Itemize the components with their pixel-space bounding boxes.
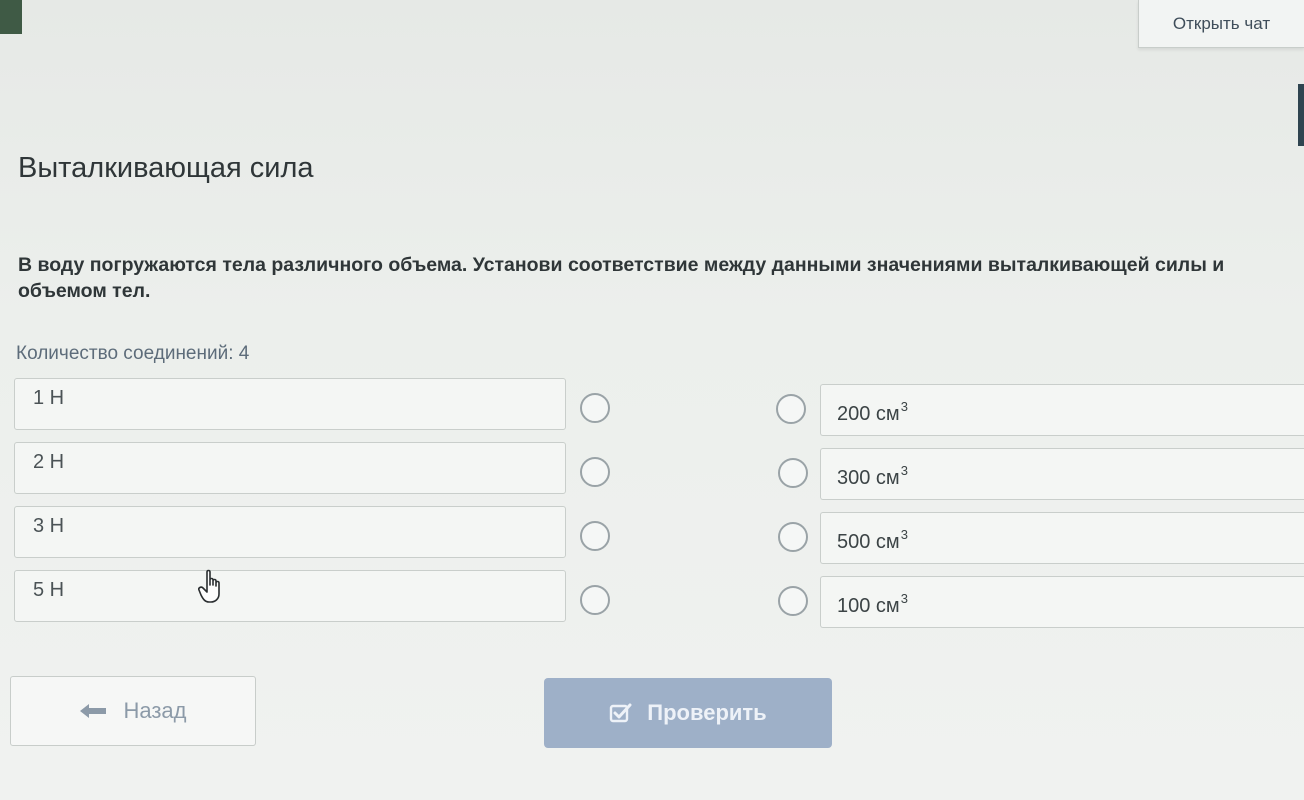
back-button[interactable]: Назад bbox=[10, 676, 256, 746]
right-item-label: 200 см3 bbox=[837, 399, 908, 425]
right-item-4[interactable]: 100 см3 bbox=[820, 576, 1304, 628]
left-connector-3[interactable] bbox=[580, 521, 610, 551]
open-chat-button[interactable]: Открыть чат bbox=[1138, 0, 1304, 48]
left-connector-2[interactable] bbox=[580, 457, 610, 487]
connections-counter: Количество соединений: 4 bbox=[16, 343, 250, 364]
checkbox-check-icon bbox=[609, 702, 633, 724]
check-button[interactable]: Проверить bbox=[544, 678, 832, 748]
right-connector-1[interactable] bbox=[776, 394, 806, 424]
arrow-left-icon bbox=[79, 703, 107, 719]
hand-pointer-icon bbox=[198, 568, 228, 606]
check-label: Проверить bbox=[647, 700, 767, 725]
corner-decoration bbox=[0, 0, 22, 34]
right-item-3[interactable]: 500 см3 bbox=[820, 512, 1304, 564]
open-chat-label: Открыть чат bbox=[1172, 13, 1271, 33]
question-text: В воду погружаются тела различного объем… bbox=[18, 254, 1225, 302]
left-item-label: 1 Н bbox=[33, 387, 65, 409]
back-label: Назад bbox=[123, 698, 187, 723]
page-title: Выталкивающая сила bbox=[18, 152, 314, 184]
left-item-label: 2 Н bbox=[33, 451, 65, 473]
left-item-label: 5 Н bbox=[33, 579, 65, 601]
left-connector-1[interactable] bbox=[580, 393, 610, 423]
left-item-label: 3 Н bbox=[33, 515, 65, 537]
left-item-4[interactable]: 5 Н bbox=[14, 570, 566, 622]
right-item-label: 100 см3 bbox=[837, 591, 908, 617]
right-item-label: 500 см3 bbox=[837, 527, 908, 553]
left-item-3[interactable]: 3 Н bbox=[14, 506, 566, 558]
left-item-2[interactable]: 2 Н bbox=[14, 442, 566, 494]
left-connector-4[interactable] bbox=[580, 585, 610, 615]
side-panel-edge[interactable] bbox=[1298, 84, 1304, 146]
right-connector-3[interactable] bbox=[778, 522, 808, 552]
right-connector-2[interactable] bbox=[778, 458, 808, 488]
right-item-label: 300 см3 bbox=[837, 463, 908, 489]
right-item-2[interactable]: 300 см3 bbox=[820, 448, 1304, 500]
left-item-1[interactable]: 1 Н bbox=[14, 378, 566, 430]
right-connector-4[interactable] bbox=[778, 586, 808, 616]
right-item-1[interactable]: 200 см3 bbox=[820, 384, 1304, 436]
